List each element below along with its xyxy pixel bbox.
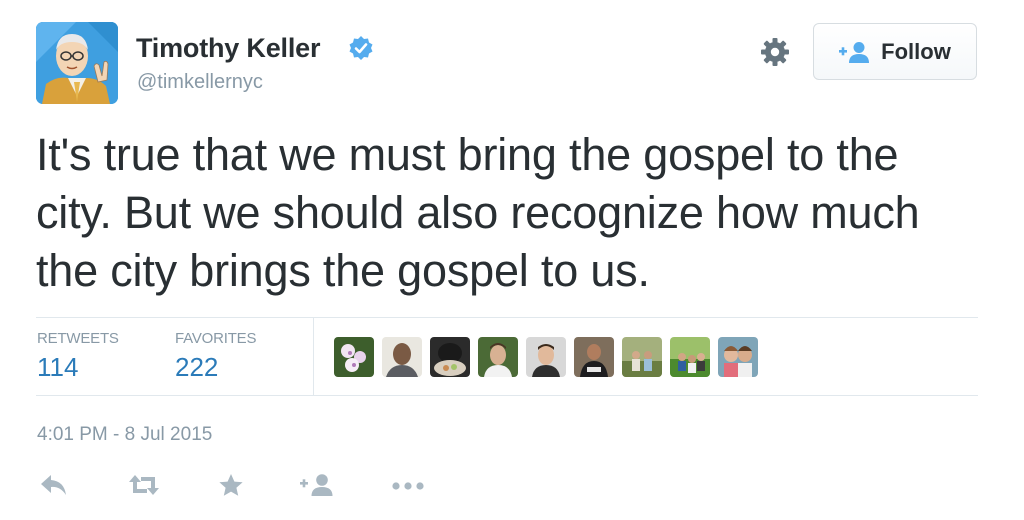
tweet-text: It's true that we must bring the gospel … xyxy=(36,126,996,300)
favoriter-avatar[interactable] xyxy=(622,337,662,377)
retweets-count[interactable]: 114 xyxy=(37,352,119,383)
favoriter-avatar[interactable] xyxy=(478,337,518,377)
stats-top-divider xyxy=(36,317,978,318)
follow-author-button[interactable] xyxy=(300,473,334,497)
stats-vertical-divider xyxy=(313,318,314,395)
retweets-stat[interactable]: RETWEETS 114 xyxy=(37,330,119,383)
favoriter-avatar[interactable] xyxy=(670,337,710,377)
favorites-count[interactable]: 222 xyxy=(175,352,256,383)
author-handle[interactable]: @timkellernyc xyxy=(137,71,263,94)
favorites-stat[interactable]: FAVORITES 222 xyxy=(175,330,256,383)
tweet-text-line: the city brings the gospel to us. xyxy=(36,245,650,296)
follow-button-label: Follow xyxy=(881,38,951,64)
verified-badge-icon xyxy=(349,36,373,60)
favoriters-avatars xyxy=(334,337,758,377)
favoriter-avatar[interactable] xyxy=(334,337,374,377)
favorites-label: FAVORITES xyxy=(175,330,257,347)
favoriter-avatar[interactable] xyxy=(526,337,566,377)
gear-icon[interactable] xyxy=(759,36,791,68)
tweet-text-line: city. But we should also recognize how m… xyxy=(36,187,920,238)
reply-icon xyxy=(41,475,66,495)
favoriter-avatar[interactable] xyxy=(718,337,758,377)
retweets-label: RETWEETS xyxy=(37,330,119,347)
favorite-icon xyxy=(219,474,243,496)
favoriter-avatar[interactable] xyxy=(382,337,422,377)
author-name[interactable]: Timothy Keller xyxy=(136,33,320,64)
stats-bottom-divider xyxy=(36,395,978,396)
tweet-text-line: It's true that we must bring the gospel … xyxy=(36,129,899,180)
author-avatar[interactable] xyxy=(36,22,118,104)
follow-icon xyxy=(300,474,333,496)
add-user-icon xyxy=(839,41,870,63)
more-button[interactable] xyxy=(390,473,426,497)
favorite-button[interactable] xyxy=(218,473,244,497)
reply-button[interactable] xyxy=(40,473,68,497)
favoriter-avatar[interactable] xyxy=(430,337,470,377)
retweet-icon xyxy=(129,475,159,495)
retweet-button[interactable] xyxy=(128,473,160,497)
more-icon xyxy=(392,482,424,490)
favoriter-avatar[interactable] xyxy=(574,337,614,377)
follow-button[interactable]: Follow xyxy=(813,23,977,80)
tweet-timestamp[interactable]: 4:01 PM - 8 Jul 2015 xyxy=(37,424,212,446)
